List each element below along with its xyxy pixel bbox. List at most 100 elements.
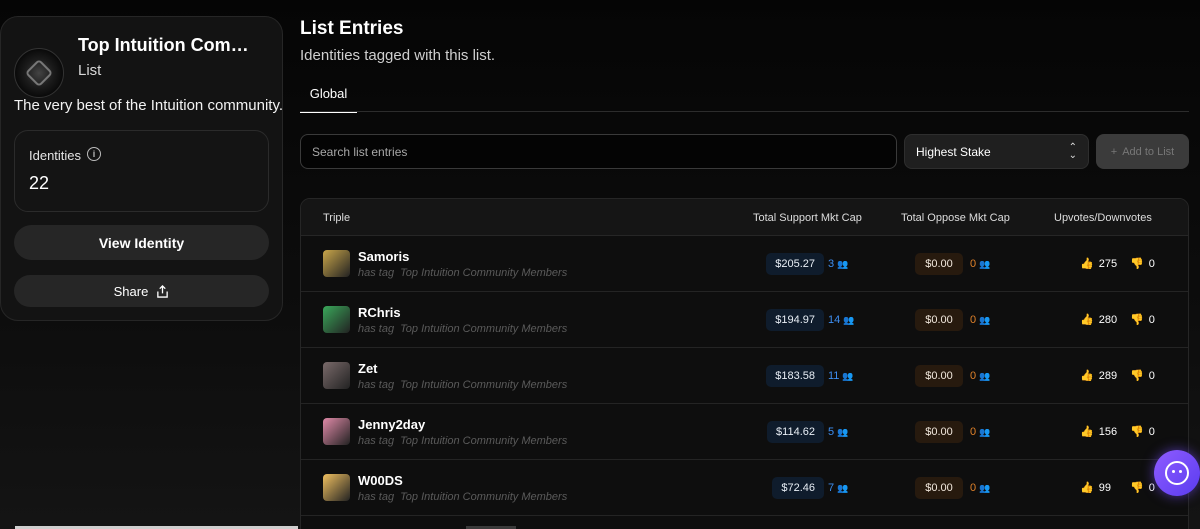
entry-tag: has tag Top Intuition Community Members [358,491,567,503]
thumbs-up-icon: 👍 [1080,258,1094,270]
oppose-count[interactable]: 0 👥 [970,482,990,494]
view-identity-button[interactable]: View Identity [14,225,269,260]
oppose-mkt-cap[interactable]: $0.00 [915,365,963,387]
support-mkt-cap[interactable]: $114.62 [767,421,824,443]
tab-global[interactable]: Global [300,86,357,113]
upvote-button[interactable]: 👍 275 [1080,257,1117,270]
table-row[interactable]: W00DS has tag Top Intuition Community Memb… [301,460,1188,516]
entry-tag: has tag Top Intuition Community Members [358,323,567,335]
support-mkt-cap[interactable]: $72.46 [772,477,824,499]
downvote-button[interactable]: 👎 0 [1130,481,1155,494]
oppose-mkt-cap[interactable]: $0.00 [915,309,963,331]
oppose-mkt-cap[interactable]: $0.00 [915,477,963,499]
tag-list-name: Top Intuition Community Members [400,323,568,335]
tag-list-name: Top Intuition Community Members [400,435,568,447]
support-count-value: 11 [828,370,840,382]
users-icon: 👥 [979,483,991,493]
avatar[interactable] [323,306,350,333]
oppose-count[interactable]: 0 👥 [970,370,990,382]
support-count[interactable]: 5 👥 [828,426,848,438]
entry-name[interactable]: Samoris [358,249,409,264]
support-count-value: 3 [828,258,835,270]
oppose-count[interactable]: 0 👥 [970,426,990,438]
support-mkt-cap[interactable]: $183.58 [766,365,824,387]
avatar[interactable] [323,250,350,277]
entry-tag: has tag Top Intuition Community Members [358,435,567,447]
thumbs-down-icon: 👎 [1130,314,1144,326]
entries-table: Triple Total Support Mkt Cap Total Oppos… [300,198,1189,529]
share-button[interactable]: Share [14,275,269,307]
tag-list-name: Top Intuition Community Members [400,491,568,503]
oppose-count[interactable]: 0 👥 [970,258,990,270]
tag-list-name: Top Intuition Community Members [400,267,568,279]
avatar[interactable] [323,418,350,445]
upvote-count: 275 [1098,258,1118,270]
sort-select[interactable]: Highest Stake ⌃ ⌄ [904,134,1089,169]
entry-name[interactable]: RChris [358,305,401,320]
upvote-button[interactable]: 👍 99 [1080,481,1111,494]
users-icon: 👥 [979,259,991,269]
identities-stat: Identities i 22 [14,130,269,212]
avatar[interactable] [323,474,350,501]
upvote-button[interactable]: 👍 280 [1080,313,1117,326]
table-row[interactable]: Samoris has tag Top Intuition Community Me… [301,236,1188,292]
downvote-button[interactable]: 👎 0 [1130,313,1155,326]
list-title: Top Intuition Com… [78,35,249,55]
entry-name[interactable]: Zet [358,361,378,376]
header-support[interactable]: Total Support Mkt Cap [753,212,862,224]
oppose-mkt-cap[interactable]: $0.00 [915,421,963,443]
table-row[interactable]: Jenny2day has tag Top Intuition Community … [301,404,1188,460]
upvote-count: 156 [1098,426,1118,438]
tag-word: has tag [358,491,395,503]
users-icon: 👥 [979,427,991,437]
header-votes[interactable]: Upvotes/Downvotes [1054,212,1152,224]
table-header: Triple Total Support Mkt Cap Total Oppos… [301,199,1188,236]
users-icon: 👥 [842,371,854,381]
search-input[interactable] [300,134,897,169]
support-mkt-cap[interactable]: $194.97 [766,309,824,331]
add-to-list-label: Add to List [1122,145,1175,158]
info-icon[interactable]: i [87,147,101,161]
add-to-list-button[interactable]: + Add to List [1096,134,1189,169]
support-count[interactable]: 11 👥 [828,370,854,382]
assistant-fab-button[interactable] [1154,450,1200,496]
share-icon [157,284,169,298]
avatar[interactable] [323,362,350,389]
support-count-value: 7 [828,482,835,494]
list-description: The very best of the Intuition community… [14,97,284,114]
downvote-button[interactable]: 👎 0 [1130,257,1155,270]
support-count[interactable]: 7 👥 [828,482,848,494]
entry-tag: has tag Top Intuition Community Members [358,267,567,279]
downvote-count: 0 [1148,314,1155,326]
oppose-count-value: 0 [970,314,977,326]
downvote-button[interactable]: 👎 0 [1130,369,1155,382]
entry-name[interactable]: Jenny2day [358,417,425,432]
list-summary-card: Top Intuition Com… List The very best of… [0,16,283,321]
header-oppose[interactable]: Total Oppose Mkt Cap [901,212,1010,224]
support-count[interactable]: 3 👥 [828,258,848,270]
upvote-button[interactable]: 👍 289 [1080,369,1117,382]
thumbs-down-icon: 👎 [1130,258,1144,270]
upvote-count: 280 [1098,314,1118,326]
oppose-count[interactable]: 0 👥 [970,314,990,326]
support-count[interactable]: 14 👥 [828,314,854,326]
users-icon: 👥 [837,483,849,493]
tag-word: has tag [358,435,395,447]
thumbs-up-icon: 👍 [1080,314,1094,326]
downvote-count: 0 [1148,426,1155,438]
oppose-mkt-cap[interactable]: $0.00 [915,253,963,275]
thumbs-up-icon: 👍 [1080,426,1094,438]
entry-name[interactable]: W00DS [358,473,403,488]
page-subtitle: Identities tagged with this list. [300,47,496,64]
users-icon: 👥 [837,259,849,269]
table-row[interactable]: Zet has tag Top Intuition Community Member… [301,348,1188,404]
oppose-count-value: 0 [970,482,977,494]
downvote-button[interactable]: 👎 0 [1130,425,1155,438]
support-mkt-cap[interactable]: $205.27 [766,253,824,275]
header-triple[interactable]: Triple [323,212,350,224]
table-row[interactable]: RChris has tag Top Intuition Community Mem… [301,292,1188,348]
downvote-count: 0 [1148,482,1155,494]
oppose-count-value: 0 [970,370,977,382]
support-count-value: 14 [828,314,841,326]
upvote-button[interactable]: 👍 156 [1080,425,1117,438]
